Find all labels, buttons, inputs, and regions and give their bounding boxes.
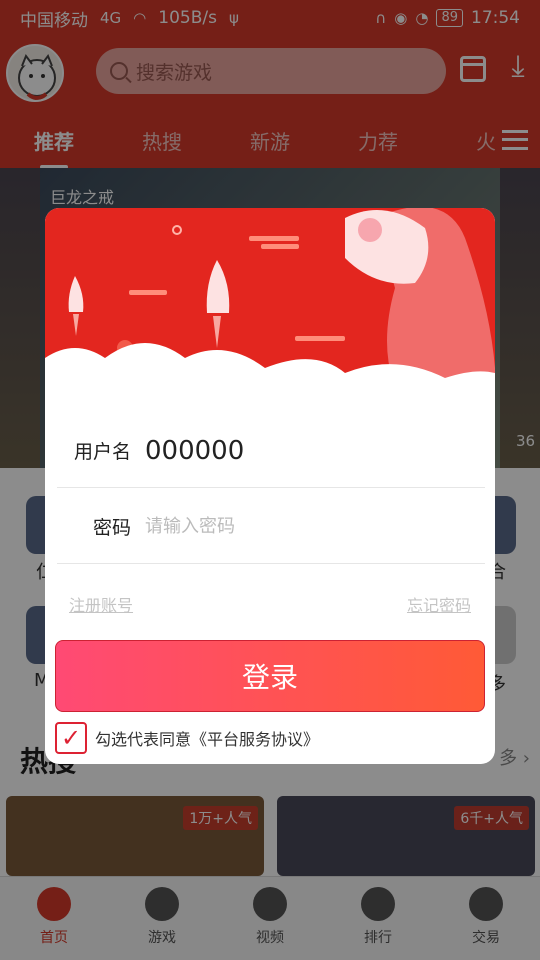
checkmark-icon: ✓ (60, 724, 82, 752)
login-button[interactable]: 登录 (55, 640, 485, 712)
username-label: 用户名 (73, 441, 131, 463)
agree-checkbox[interactable]: ✓ (55, 722, 87, 754)
rocket-banner-illustration (45, 208, 495, 408)
username-field[interactable]: 000000 (145, 436, 244, 466)
forgot-password-link[interactable]: 忘记密码 (407, 592, 471, 616)
username-row: 用户名 000000 (57, 414, 485, 488)
login-dialog: 用户名 000000 密码 注册账号 忘记密码 登录 ✓ 勾选代表同意《平台服务… (45, 208, 495, 764)
password-label: 密码 (92, 517, 131, 539)
register-link[interactable]: 注册账号 (69, 592, 133, 616)
agreement-row: ✓ 勾选代表同意《平台服务协议》 (55, 720, 319, 756)
agreement-text[interactable]: 勾选代表同意《平台服务协议》 (95, 726, 319, 750)
password-row: 密码 (57, 490, 485, 564)
password-field[interactable] (145, 516, 445, 537)
